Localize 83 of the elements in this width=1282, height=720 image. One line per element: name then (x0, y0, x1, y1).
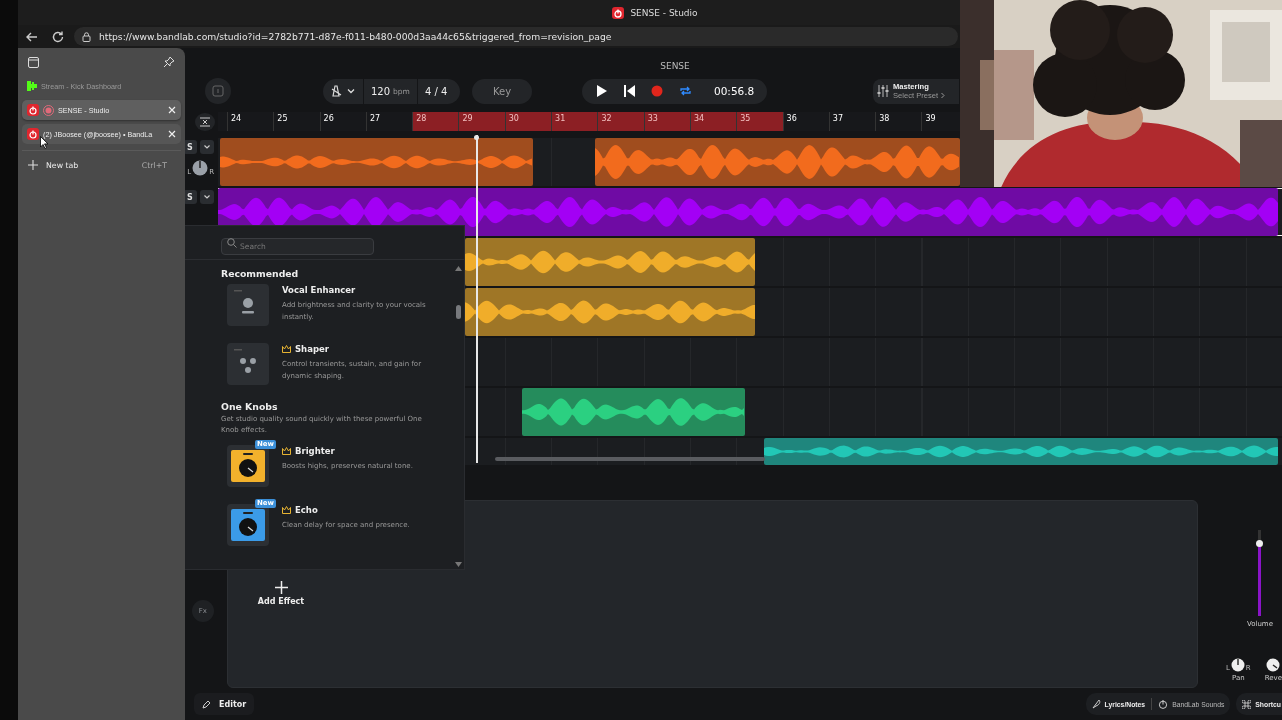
ruler-bar[interactable]: 25 (273, 112, 320, 131)
panel-icon (212, 85, 224, 97)
app-logo-icon (27, 128, 39, 140)
effect-name[interactable]: Echo (282, 505, 427, 515)
knob-thumbnail[interactable] (227, 445, 269, 487)
section-heading: Recommended (221, 268, 300, 279)
panel-toggle-button[interactable] (205, 78, 231, 104)
search-icon (227, 237, 237, 248)
audio-clip[interactable] (595, 138, 960, 186)
audio-clip[interactable] (465, 288, 755, 336)
ruler-bar[interactable]: 38 (875, 112, 922, 131)
pan-knob[interactable] (1230, 658, 1245, 672)
window-title: SENSE - Studio (630, 7, 698, 18)
ruler-bar[interactable]: 28 (412, 112, 459, 131)
pan-knob[interactable] (192, 160, 209, 176)
ruler-bar[interactable]: 24 (227, 112, 274, 131)
crown-icon (282, 345, 291, 353)
scrollbar[interactable] (495, 457, 765, 461)
ruler-bar[interactable]: 37 (828, 112, 876, 131)
audio-clip[interactable] (764, 438, 1278, 465)
plugin-thumbnail[interactable] (227, 343, 269, 385)
pencil-icon (202, 699, 211, 709)
audio-clip[interactable] (465, 238, 755, 286)
logo-icon (1158, 699, 1169, 709)
collapse-icon (199, 115, 211, 128)
command-icon (1242, 699, 1252, 709)
effect-name[interactable]: Vocal Enhancer (282, 285, 427, 295)
ruler-bar[interactable]: 31 (551, 112, 598, 131)
close-icon[interactable] (168, 106, 176, 114)
ruler-bar[interactable]: 32 (597, 112, 644, 131)
metronome-icon (329, 84, 343, 98)
ruler-bar[interactable]: 29 (458, 112, 505, 131)
effect-name[interactable]: Brighter (282, 446, 427, 456)
app-logo-icon (612, 6, 625, 19)
pin-icon[interactable] (163, 56, 175, 68)
audio-clip[interactable] (522, 388, 745, 436)
ruler-bar[interactable]: 34 (689, 112, 737, 131)
time-signature: 4 / 4 (424, 85, 448, 97)
chevron-right-icon (940, 92, 947, 99)
plus-icon (274, 581, 288, 594)
tempo-value: 120 (371, 85, 391, 97)
kick-favicon-icon (27, 81, 37, 91)
close-icon[interactable] (168, 130, 176, 138)
pen-icon (1091, 699, 1101, 709)
track-lane[interactable] (218, 138, 960, 186)
track-menu-button[interactable] (200, 190, 214, 204)
ruler-bar[interactable]: 35 (736, 112, 783, 131)
project-title: SENSE (660, 61, 690, 71)
skip-back-icon (623, 85, 635, 97)
knob-thumbnail[interactable] (227, 504, 269, 546)
collapse-tracks-button[interactable] (195, 112, 215, 131)
crown-icon (282, 447, 291, 455)
ruler-bar[interactable]: 26 (319, 112, 366, 131)
recording-icon (43, 104, 54, 116)
audio-clip[interactable] (220, 138, 533, 186)
time-display: 00:56.8 (714, 85, 755, 97)
chevron-down-icon (203, 193, 211, 201)
chevron-down-icon (346, 86, 356, 96)
mixer-icon (876, 84, 890, 98)
scroll-down-icon[interactable] (455, 562, 462, 567)
chevron-down-icon (203, 143, 211, 151)
scroll-up-icon[interactable] (455, 266, 462, 271)
play-icon (595, 85, 607, 97)
reverb-knob[interactable] (1266, 658, 1281, 672)
ruler-bar[interactable]: 30 (504, 112, 552, 131)
plus-icon (28, 160, 38, 170)
key-button[interactable]: Key (472, 78, 532, 104)
lock-icon (82, 31, 91, 42)
crown-icon (282, 506, 291, 514)
record-icon (651, 85, 663, 97)
effect-name[interactable]: Shaper (282, 344, 427, 354)
track-menu-button[interactable] (200, 140, 214, 154)
add-effect-button[interactable]: Add Effect (257, 581, 305, 606)
ruler-bar[interactable]: 33 (643, 112, 690, 131)
sidebar-icon[interactable] (28, 56, 39, 68)
ruler-bar[interactable]: 36 (782, 112, 829, 131)
editor-button[interactable]: Editor (194, 693, 255, 715)
plugin-thumbnail[interactable] (227, 284, 269, 326)
section-heading: One Knobs (221, 401, 279, 412)
scrollbar-thumb[interactable] (456, 305, 461, 319)
refresh-icon (51, 29, 65, 44)
app-logo-icon (27, 104, 39, 116)
address-field[interactable]: https://www.bandlab.com/studio?id=2782b771-d87e-f011-b480-000d3aa44c65&triggered_from=revision_page (74, 27, 958, 46)
